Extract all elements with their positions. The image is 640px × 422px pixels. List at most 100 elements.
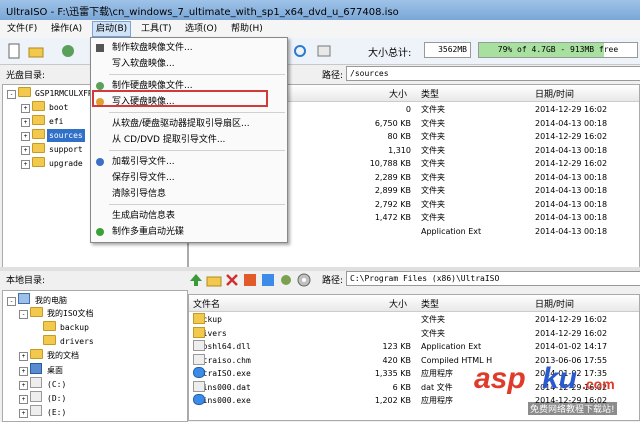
column-size[interactable]: 大小 [389, 87, 407, 100]
folder-tree-icon[interactable] [260, 272, 276, 288]
menu-clear-boot-info[interactable]: 清除引导信息 [91, 186, 287, 202]
row-name: UltraISO.exe [193, 367, 251, 380]
row-type: 文件夹 [421, 328, 445, 338]
menu-help[interactable]: 帮助(H) [228, 22, 266, 36]
expand-icon[interactable]: - [7, 90, 16, 99]
disc-usage-bar: 79% of 4.7GB - 913MB free [478, 42, 638, 58]
table-row[interactable]: backup 文件夹 2014-12-29 16:02 [189, 313, 639, 326]
settings-icon[interactable] [278, 272, 294, 288]
row-type: 文件夹 [421, 199, 445, 209]
refresh-icon[interactable] [292, 43, 308, 59]
expand-icon[interactable]: + [21, 118, 30, 127]
expand-icon[interactable]: + [21, 160, 30, 169]
row-type: 文件夹 [421, 315, 445, 324]
row-size: 10,788 KB [369, 159, 411, 168]
window-title: UltraISO - F:\迅雷下载\cn_windows_7_ultimate… [6, 7, 399, 18]
up-arrow-icon[interactable] [188, 272, 204, 288]
burn-icon[interactable] [296, 272, 312, 288]
iso-path-field[interactable]: /sources [346, 66, 640, 81]
column-size[interactable]: 大小 [389, 297, 407, 310]
column-type[interactable]: 类型 [421, 297, 439, 310]
menu-extract-boot-file[interactable]: 从 CD/DVD 提取引导文件... [91, 132, 287, 148]
drive-icon [30, 405, 42, 416]
menu-item-label: 生成启动信息表 [112, 211, 176, 221]
table-row[interactable]: isoshl64.dll 123 KB Application Ext 2014-01… [189, 340, 639, 353]
row-type: 文件夹 [421, 132, 445, 141]
tree-item-label: 我的ISO文档 [47, 309, 94, 318]
menu-make-floppy-image[interactable]: 制作软盘映像文件... [91, 40, 287, 56]
menu-extract-boot-sector[interactable]: 从软盘/硬盘驱动器提取引导扇区... [91, 116, 287, 132]
menu-separator [109, 112, 285, 113]
row-size: 0 [405, 105, 411, 114]
tree-item-my-computer[interactable]: - 我的电脑 [7, 293, 69, 306]
local-path-field[interactable]: C:\Program Files (x86)\UltraISO [346, 271, 640, 286]
column-date[interactable]: 日期/时间 [535, 87, 574, 100]
menu-load-boot-file[interactable]: 加载引导文件... [91, 154, 287, 170]
expand-icon[interactable]: + [21, 104, 30, 113]
size-total-value: 3562MB [424, 42, 471, 58]
tree-item-label: (C:) [47, 380, 67, 389]
expand-icon[interactable]: + [19, 381, 28, 390]
menu-tools[interactable]: 工具(T) [138, 22, 175, 36]
column-name[interactable]: 文件名 [193, 297, 220, 310]
tree-item-sources[interactable]: + sources [21, 129, 85, 142]
tree-item-drivers[interactable]: drivers [43, 335, 96, 348]
expand-icon[interactable]: - [7, 297, 16, 306]
menu-make-multiboot-disc[interactable]: 制作多重启动光碟 [91, 224, 287, 240]
menu-separator [109, 150, 285, 151]
menu-file[interactable]: 文件(F) [4, 22, 40, 36]
menu-item-label: 从 CD/DVD 提取引导文件... [112, 135, 226, 145]
expand-icon[interactable]: - [19, 310, 28, 319]
tree-item-desktop[interactable]: + 桌面 [19, 363, 65, 376]
menu-item-label: 加载引导文件... [112, 157, 175, 167]
expand-icon[interactable]: + [19, 395, 28, 404]
new-file-icon[interactable] [6, 43, 22, 59]
expand-icon[interactable]: + [21, 132, 30, 141]
add-files-icon[interactable] [242, 272, 258, 288]
column-date[interactable]: 日期/时间 [535, 297, 574, 310]
tree-item-boot[interactable]: + boot [21, 101, 70, 114]
drive-icon [30, 391, 42, 402]
folder-icon [32, 129, 45, 139]
menu-save-boot-file[interactable]: 保存引导文件... [91, 170, 287, 186]
extract-icon[interactable] [60, 43, 76, 59]
row-date: 2014-04-13 00:18 [535, 199, 608, 209]
properties-icon[interactable] [316, 43, 332, 59]
column-type[interactable]: 类型 [421, 87, 439, 100]
menu-write-floppy-image[interactable]: 写入软盘映像... [91, 56, 287, 72]
tree-item-label: efi [49, 117, 64, 126]
iso-path-label: 路径: [322, 71, 344, 81]
tree-item-label: 我的文档 [47, 351, 79, 360]
tree-item-drive-c[interactable]: + (C:) [19, 377, 68, 390]
menu-boot[interactable]: 启动(B) [92, 21, 132, 37]
expand-icon[interactable]: + [19, 409, 28, 418]
tree-item-drive-e[interactable]: + (E:) [19, 405, 68, 418]
tree-item-upgrade[interactable]: + upgrade [21, 157, 85, 170]
row-type: 应用程序 [421, 369, 453, 378]
tree-item-support[interactable]: + support [21, 143, 85, 156]
file-icon [193, 340, 205, 351]
expand-icon[interactable]: + [19, 352, 28, 361]
tree-item-efi[interactable]: + efi [21, 115, 65, 128]
row-type: 文件夹 [421, 105, 445, 114]
tree-item-label: sources [47, 129, 85, 142]
local-toolbar [186, 270, 316, 290]
tree-item-my-documents[interactable]: + 我的文档 [19, 349, 81, 362]
desktop-icon [30, 363, 42, 374]
folder-icon [193, 326, 205, 338]
tree-item-label: 我的电脑 [35, 296, 67, 305]
expand-icon[interactable]: + [21, 146, 30, 155]
watermark: asp ku .com 免费网络教程下载站! [472, 362, 640, 420]
new-folder-icon[interactable] [206, 272, 222, 288]
menu-options[interactable]: 选项(O) [182, 22, 220, 36]
delete-icon[interactable] [224, 272, 240, 288]
tree-item-backup[interactable]: backup [43, 321, 91, 334]
tree-item-my-iso[interactable]: - 我的ISO文档 [19, 307, 95, 320]
table-row[interactable]: drivers 文件夹 2014-12-29 16:02 [189, 326, 639, 340]
tree-item-drive-d[interactable]: + (D:) [19, 391, 68, 404]
menu-actions[interactable]: 操作(A) [48, 22, 85, 36]
expand-icon[interactable]: + [19, 367, 28, 376]
local-path-label: 路径: [322, 276, 344, 286]
menu-generate-boot-table[interactable]: 生成启动信息表 [91, 208, 287, 224]
open-folder-icon[interactable] [28, 43, 44, 59]
